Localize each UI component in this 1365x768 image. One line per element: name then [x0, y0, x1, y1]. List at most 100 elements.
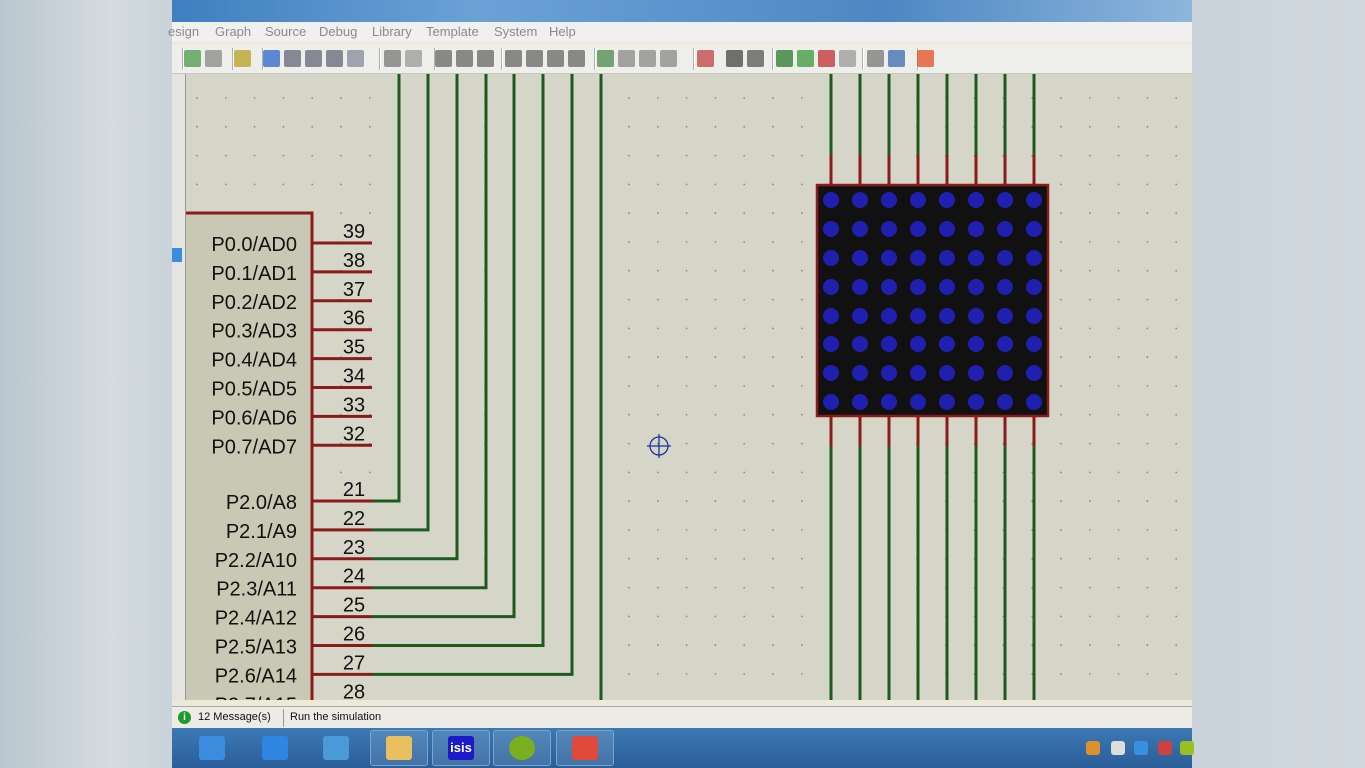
grid-dot — [1175, 413, 1178, 416]
qq-icon[interactable] — [1158, 741, 1172, 755]
grid-dot — [368, 154, 371, 157]
grid-dot — [196, 97, 198, 99]
redo-icon[interactable] — [405, 50, 422, 67]
pin-number: 32 — [343, 423, 365, 445]
grid-dot — [1146, 327, 1149, 330]
app-tray-icon[interactable] — [1134, 741, 1148, 755]
grid-dot — [196, 125, 198, 128]
grid-dot — [685, 212, 688, 215]
refresh-icon[interactable] — [184, 50, 201, 67]
wps-writer-icon[interactable] — [199, 736, 225, 760]
network-icon[interactable] — [1086, 741, 1100, 755]
toolbar-separator — [501, 48, 503, 70]
led — [823, 336, 839, 352]
led — [968, 221, 984, 237]
remove-sheet-icon[interactable] — [818, 50, 835, 67]
exit-to-parent-icon[interactable] — [839, 50, 856, 67]
360-tray-icon[interactable] — [1180, 741, 1194, 755]
grid-dot — [1060, 673, 1062, 675]
led — [997, 365, 1013, 381]
paste-icon[interactable] — [477, 50, 494, 67]
menu-help[interactable]: Help — [549, 24, 576, 39]
pick-device-icon[interactable] — [597, 50, 614, 67]
cut-icon[interactable] — [435, 50, 452, 67]
grid-dot — [1117, 644, 1120, 647]
electrical-rules-check-icon[interactable] — [888, 50, 905, 67]
origin-icon[interactable] — [234, 50, 251, 67]
package-icon[interactable] — [639, 50, 656, 67]
schematic-canvas[interactable]: P0.0/AD0 39 P0.1/AD1 38 P0.2/AD2 37 P0.3/AD3 36… — [186, 74, 1192, 700]
menu-template[interactable]: Template — [426, 24, 479, 39]
grid-dot — [1146, 529, 1149, 531]
led — [910, 250, 926, 266]
grid-dot — [800, 471, 803, 474]
grid-dot — [1060, 269, 1062, 272]
block-delete-icon[interactable] — [568, 50, 585, 67]
wire-autorouter-icon[interactable] — [697, 50, 714, 67]
grid-dot — [656, 154, 659, 157]
wire[interactable] — [372, 74, 459, 561]
wire[interactable] — [372, 74, 401, 503]
app-list-icon[interactable] — [262, 736, 288, 760]
grid-dot — [1060, 385, 1062, 387]
led — [881, 250, 897, 266]
led — [910, 279, 926, 295]
menu-system[interactable]: System — [494, 24, 537, 39]
isis-icon-text: isis — [450, 740, 472, 755]
block-rotate-icon[interactable] — [547, 50, 564, 67]
grid-dot — [340, 212, 342, 215]
grid-dot — [1146, 471, 1149, 474]
grid-dot — [743, 471, 746, 474]
decompose-icon[interactable] — [660, 50, 677, 67]
grid-dot — [1117, 269, 1120, 272]
grid-dot — [743, 356, 746, 359]
grid-dot — [1146, 586, 1149, 589]
led-matrix-8x8[interactable] — [815, 183, 1050, 418]
wire[interactable] — [372, 74, 516, 619]
zoom-in-icon[interactable] — [284, 50, 301, 67]
grid-dot — [714, 327, 717, 330]
search-icon[interactable] — [726, 50, 743, 67]
menu-esign[interactable]: esign — [168, 24, 199, 39]
led — [939, 336, 955, 352]
grid-dot — [368, 97, 371, 99]
zoom-out-icon[interactable] — [305, 50, 322, 67]
zoom-all-icon[interactable] — [326, 50, 343, 67]
led — [881, 394, 897, 410]
menu-graph[interactable]: Graph — [215, 24, 251, 39]
grid-dot — [628, 413, 630, 416]
grid-dot — [800, 212, 803, 215]
messages-count[interactable]: 12 Message(s) — [198, 711, 271, 723]
grid-icon[interactable] — [205, 50, 222, 67]
grid-dot — [1088, 356, 1091, 359]
copy-icon[interactable] — [456, 50, 473, 67]
grid-dot — [1088, 615, 1091, 618]
new-sheet-icon[interactable] — [776, 50, 793, 67]
menu-source[interactable]: Source — [265, 24, 306, 39]
grid-dot — [1117, 413, 1120, 416]
block-move-icon[interactable] — [526, 50, 543, 67]
grid-dot — [800, 356, 803, 359]
grid-dot — [628, 673, 630, 675]
block-copy-icon[interactable] — [505, 50, 522, 67]
pin-label: P2.4/A12 — [215, 608, 297, 630]
volume-icon[interactable] — [1111, 741, 1125, 755]
grid-dot — [656, 673, 659, 675]
property-tool-icon[interactable] — [747, 50, 764, 67]
led — [1026, 365, 1042, 381]
ares-icon[interactable] — [917, 50, 934, 67]
c-app-icon — [572, 736, 598, 760]
led — [852, 336, 868, 352]
add-sheet-icon[interactable] — [797, 50, 814, 67]
zoom-area-icon[interactable] — [347, 50, 364, 67]
scroll-thumb[interactable] — [172, 248, 182, 262]
menu-library[interactable]: Library — [372, 24, 412, 39]
grid-dot — [772, 269, 774, 272]
grid-dot — [772, 529, 774, 531]
undo-icon[interactable] — [384, 50, 401, 67]
bill-of-materials-icon[interactable] — [867, 50, 884, 67]
pan-icon[interactable] — [263, 50, 280, 67]
make-device-icon[interactable] — [618, 50, 635, 67]
menu-debug[interactable]: Debug — [319, 24, 357, 39]
window-manager-icon[interactable] — [323, 736, 349, 760]
